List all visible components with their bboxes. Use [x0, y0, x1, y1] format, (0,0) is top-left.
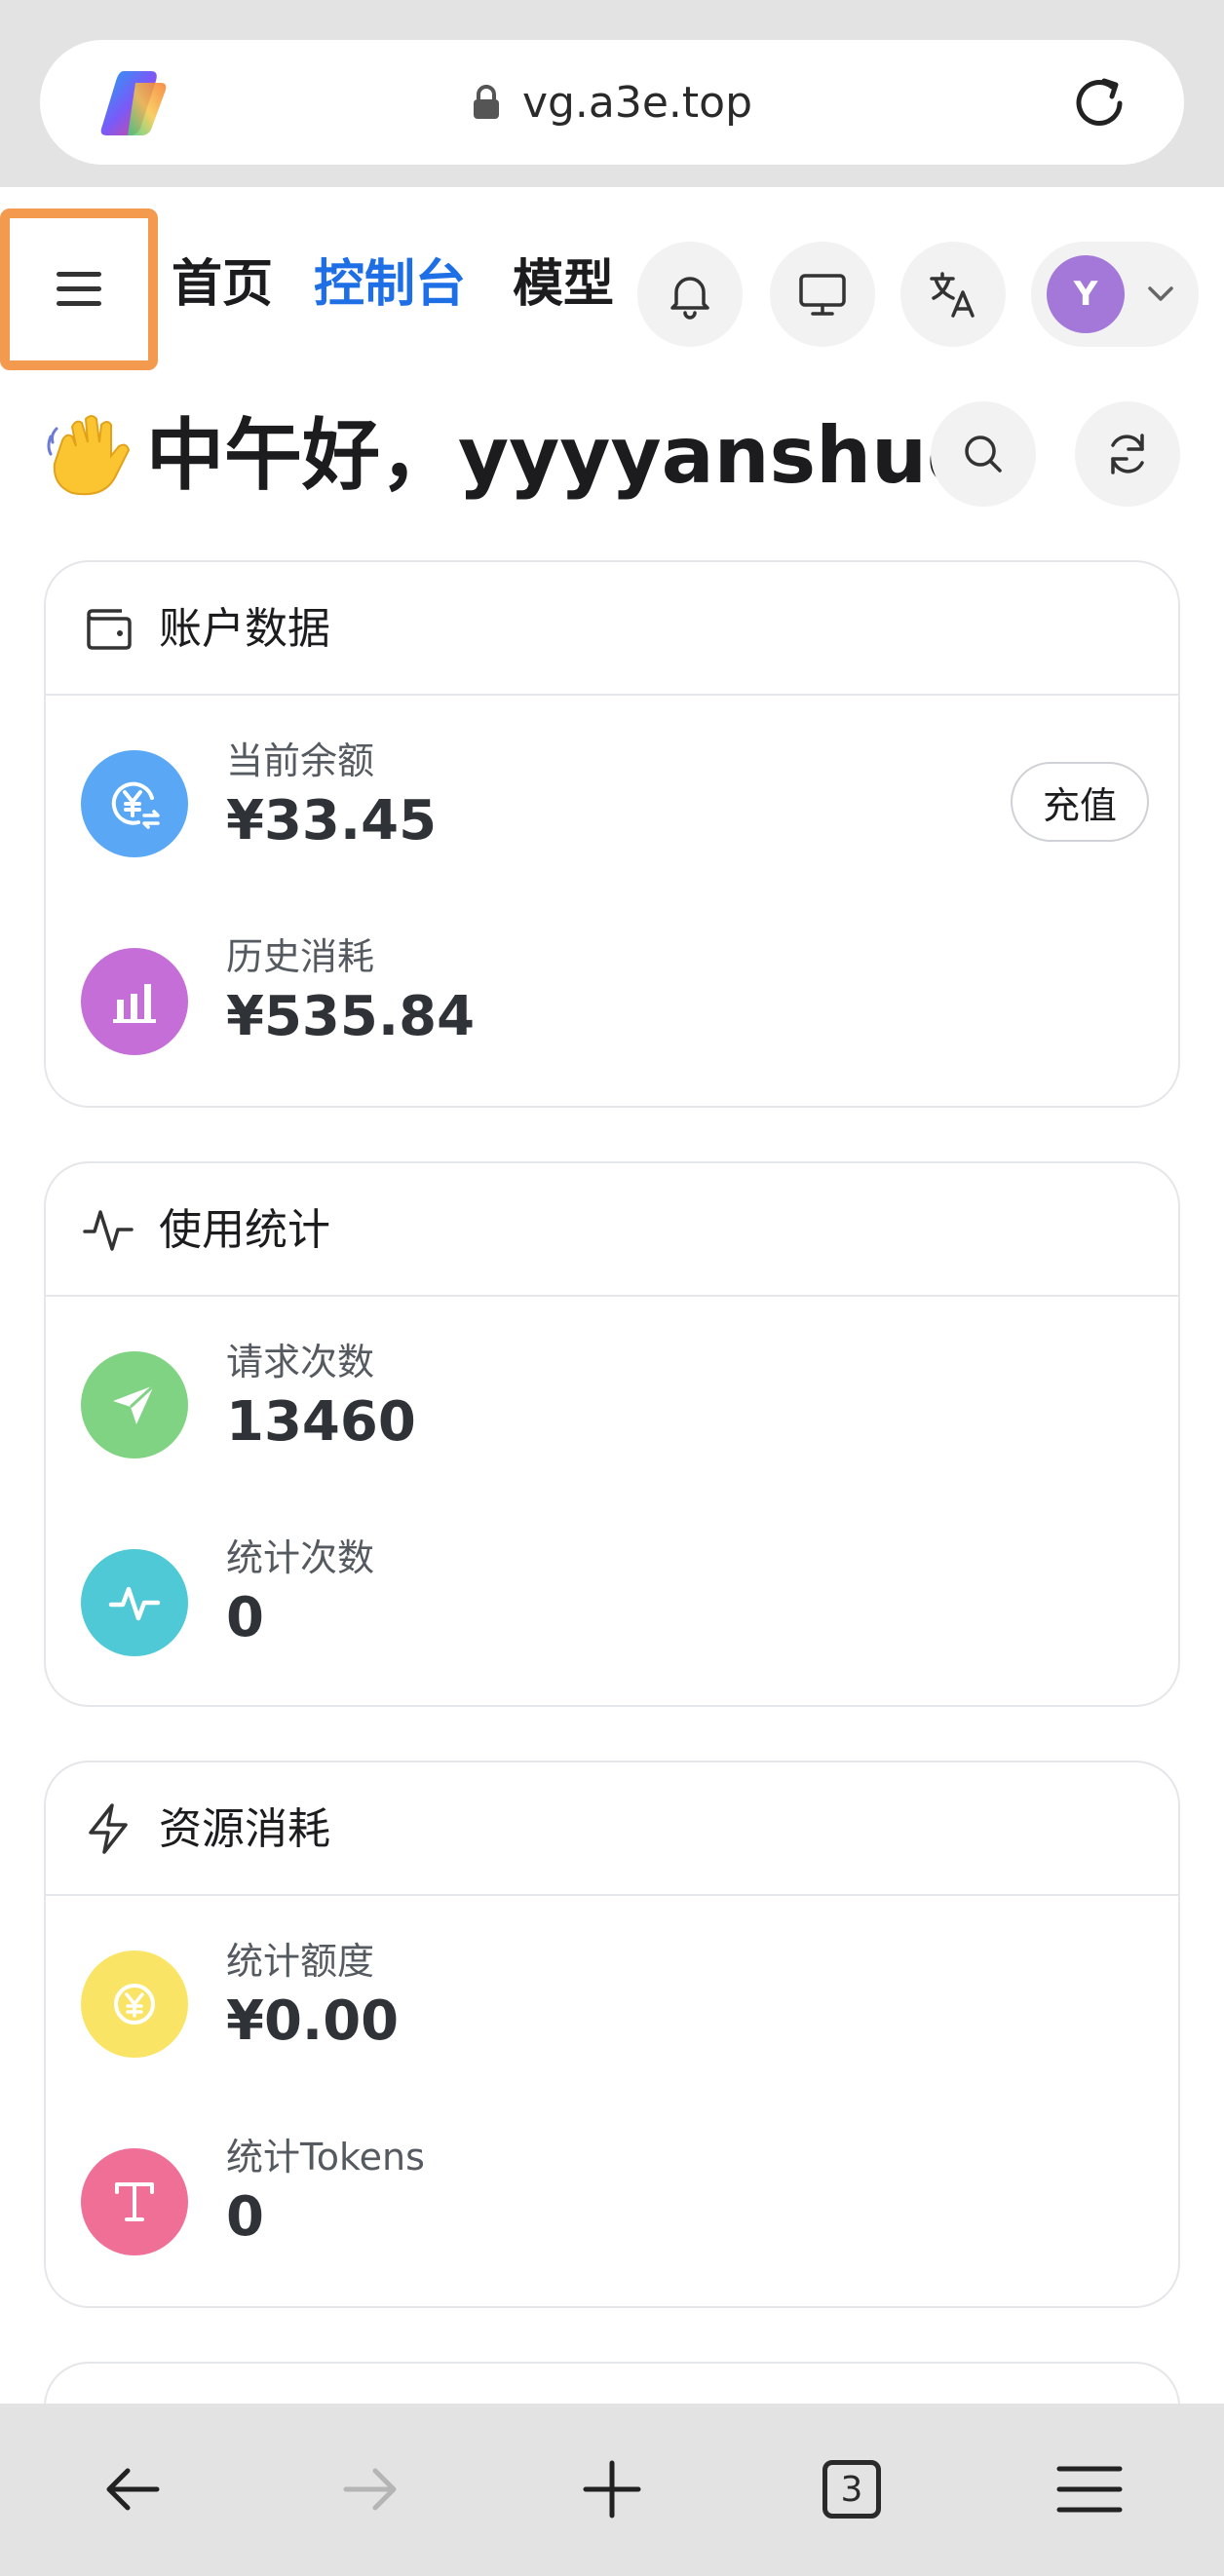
tokens-label: 统计Tokens — [226, 2136, 425, 2178]
stat-count-value: 0 — [226, 1586, 264, 1649]
card-title: 账户数据 — [159, 604, 330, 654]
quota-row: 统计额度 ¥0.00 — [46, 1896, 1178, 2091]
back-button[interactable] — [94, 2450, 172, 2528]
new-tab-button[interactable] — [573, 2450, 651, 2528]
pulse-icon — [108, 1586, 161, 1621]
history-row: 历史消耗 ¥535.84 — [46, 893, 1178, 1088]
requests-value: 13460 — [226, 1390, 416, 1454]
balance-icon-badge — [81, 750, 188, 857]
card-title: 使用统计 — [159, 1205, 330, 1255]
bell-icon — [670, 277, 709, 320]
balance-label: 当前余额 — [226, 739, 375, 782]
card-header: 资源消耗 — [46, 1762, 1178, 1896]
history-label: 历史消耗 — [226, 935, 375, 978]
monitor-icon — [799, 274, 846, 316]
refresh-button[interactable] — [1075, 401, 1180, 507]
display-mode-button[interactable] — [770, 242, 875, 347]
user-menu[interactable]: Y — [1031, 242, 1199, 347]
greeting-text: 中午好，yyyyanshuo — [146, 410, 981, 501]
send-icon — [113, 1383, 156, 1424]
nav-home[interactable]: 首页 — [172, 246, 273, 323]
reload-icon[interactable] — [1069, 73, 1129, 133]
resource-consumption-card: 资源消耗 统计额度 ¥0.00 统计Tokens 0 — [44, 1761, 1180, 2308]
tokens-icon-badge — [81, 2148, 188, 2255]
yuan-exchange-icon — [111, 781, 160, 829]
browser-bottom-bar: 3 — [0, 2404, 1224, 2576]
lock-icon — [473, 85, 499, 119]
requests-icon-badge — [81, 1351, 188, 1458]
greeting-row: 中午好，yyyyanshuo — [0, 399, 1224, 546]
card-header: 账户数据 — [46, 562, 1178, 696]
nav-console[interactable]: 控制台 — [314, 246, 466, 323]
stat-count-icon-badge — [81, 1549, 188, 1656]
activity-icon — [83, 1210, 134, 1251]
card-header: 使用统计 — [46, 1163, 1178, 1297]
hamburger-icon — [57, 272, 101, 306]
tab-count: 3 — [822, 2460, 881, 2519]
quota-icon-badge — [81, 1951, 188, 2058]
yuan-coin-icon — [114, 1984, 155, 2025]
forward-button[interactable] — [331, 2450, 409, 2528]
text-t-icon — [115, 2182, 154, 2221]
stat-count-label: 统计次数 — [226, 1536, 375, 1579]
arrow-right-icon — [343, 2468, 397, 2511]
tokens-row: 统计Tokens 0 — [46, 2094, 1178, 2289]
requests-row: 请求次数 13460 — [46, 1297, 1178, 1492]
requests-label: 请求次数 — [226, 1341, 375, 1383]
arrow-left-icon — [106, 2468, 160, 2511]
history-value: ¥535.84 — [226, 985, 476, 1048]
account-data-card: 账户数据 当前余额 ¥33.45 充值 历史消耗 ¥535.84 — [44, 560, 1180, 1108]
app-header: 首页 控制台 模型 Y — [0, 187, 1224, 399]
recharge-button[interactable]: 充值 — [1011, 762, 1149, 842]
tabs-button[interactable]: 3 — [813, 2450, 891, 2528]
hamburger-icon — [1056, 2466, 1123, 2513]
chevron-down-icon — [1148, 286, 1173, 301]
notifications-button[interactable] — [637, 242, 743, 347]
balance-value: ¥33.45 — [226, 789, 438, 852]
bar-chart-icon — [113, 984, 156, 1023]
tokens-value: 0 — [226, 2185, 264, 2249]
plus-icon — [583, 2460, 641, 2519]
waving-hand-icon — [47, 415, 131, 496]
history-icon-badge — [81, 948, 188, 1055]
balance-row: 当前余额 ¥33.45 充值 — [46, 696, 1178, 890]
search-button[interactable] — [931, 401, 1036, 507]
stat-count-row: 统计次数 0 — [46, 1495, 1178, 1689]
zap-icon — [89, 1803, 128, 1854]
language-button[interactable] — [900, 242, 1006, 347]
translate-icon — [930, 272, 975, 318]
address-bar[interactable]: vg.a3e.top — [40, 40, 1184, 165]
nav-models[interactable]: 模型 — [513, 246, 614, 323]
usage-stats-card: 使用统计 请求次数 13460 统计次数 0 — [44, 1161, 1180, 1707]
wallet-icon — [87, 609, 132, 650]
search-icon — [965, 436, 1002, 473]
browser-toolbar: vg.a3e.top — [0, 0, 1224, 187]
card-title: 资源消耗 — [159, 1804, 330, 1854]
quota-value: ¥0.00 — [226, 1989, 400, 2053]
browser-menu-button[interactable] — [1051, 2450, 1128, 2528]
quota-label: 统计额度 — [226, 1940, 375, 1983]
menu-button[interactable] — [0, 208, 158, 370]
avatar: Y — [1047, 255, 1125, 333]
url-text: vg.a3e.top — [521, 77, 753, 128]
refresh-icon — [1111, 434, 1144, 474]
